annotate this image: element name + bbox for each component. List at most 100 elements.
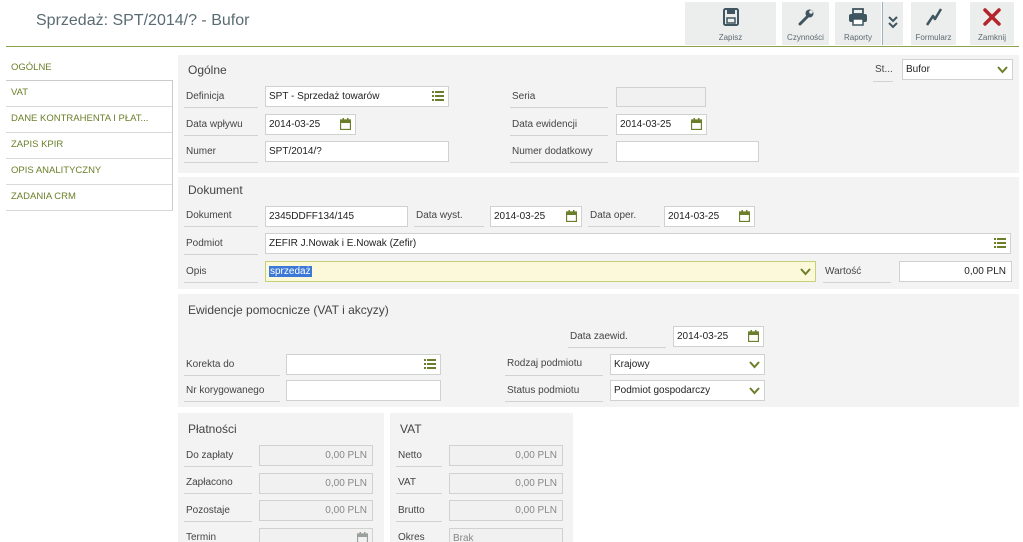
description-label: Opis [186, 266, 207, 277]
remaining-underline [184, 521, 252, 522]
list-icon[interactable] [432, 90, 444, 102]
entity-value: ZEFIR J.Nowak i E.Nowak (Zefir) [269, 238, 417, 249]
save-icon [722, 8, 739, 26]
paid-underline [184, 493, 252, 494]
form-label: Formularz [915, 33, 952, 42]
document-section: Dokument Dokument 2345DDFF134/145 Data w… [178, 177, 1019, 289]
chevron-down-icon [749, 361, 760, 369]
corrected-number-field[interactable] [286, 380, 441, 401]
correction-underline [184, 375, 280, 376]
reports-dropdown-button[interactable] [882, 2, 903, 45]
chevron-down-icon [749, 387, 760, 395]
double-chevron-down-icon [888, 16, 898, 29]
received-date-label: Data wpływu [186, 119, 243, 130]
actions-label: Czynności [787, 33, 824, 42]
record-date-label: Data ewidencji [512, 119, 578, 130]
received-date-field[interactable]: 2014-03-25 [265, 114, 356, 135]
save-label: Zapisz [718, 33, 743, 42]
printer-icon [849, 8, 867, 26]
value-underline [823, 282, 891, 283]
issue-date-field[interactable]: 2014-03-25 [490, 206, 582, 227]
list-icon[interactable] [424, 358, 436, 370]
wrench-icon [798, 9, 813, 26]
extra-number-field[interactable] [616, 141, 759, 162]
entity-field[interactable]: ZEFIR J.Nowak i E.Nowak (Zefir) [265, 233, 1011, 254]
calendar-icon[interactable] [340, 118, 351, 130]
doc-number-field[interactable]: 2345DDFF134/145 [265, 206, 408, 227]
sidebar-item-general[interactable]: OGÓLNE [6, 56, 173, 81]
doc-number-label: Dokument [186, 210, 232, 221]
list-icon[interactable] [994, 237, 1006, 249]
remaining-field: 0,00 PLN [259, 500, 373, 521]
series-field [616, 87, 706, 107]
operation-date-field[interactable]: 2014-03-25 [664, 206, 755, 227]
sales-document-window: Sprzedaż: SPT/2014/? - Bufor Zapisz Czyn… [0, 0, 1023, 542]
status-select[interactable]: Bufor [902, 59, 1013, 80]
description-value: sprzedaż [269, 266, 312, 277]
record-date-field[interactable]: 2014-03-25 [616, 114, 707, 135]
gross-label: Brutto [398, 505, 425, 516]
doc-number-underline [184, 226, 258, 227]
payments-section: Płatności Do zapłaty 0,00 PLN Zapłacono … [178, 413, 384, 542]
save-button[interactable]: Zapisz [685, 2, 776, 45]
calendar-icon[interactable] [566, 210, 577, 222]
close-icon [983, 8, 1001, 26]
record-date-underline [510, 135, 608, 136]
vat-title: VAT [400, 422, 422, 436]
form-button[interactable]: Formularz [911, 2, 956, 45]
term-label: Termin [186, 532, 217, 542]
chevron-down-icon [997, 66, 1008, 74]
entity-status-select[interactable]: Podmiot gospodarczy [610, 380, 765, 401]
sidebar-item-contractor[interactable]: DANE KONTRAHENTA I PŁAT... [6, 107, 173, 133]
vat-amount-underline [396, 493, 442, 494]
reg-date-value: 2014-03-25 [677, 331, 729, 342]
calendar-icon[interactable] [691, 118, 702, 130]
corrected-number-label: Nr korygowanego [186, 385, 265, 396]
entity-status-underline [505, 401, 603, 402]
number-underline [184, 162, 258, 163]
status-value: Bufor [906, 64, 930, 75]
series-label: Seria [512, 91, 536, 102]
sidebar-item-analytics[interactable]: OPIS ANALITYCZNY [6, 159, 173, 185]
entity-label: Podmiot [186, 238, 223, 249]
description-combo[interactable]: sprzedaż [265, 261, 816, 282]
status-underline [873, 81, 893, 82]
calendar-icon [357, 532, 368, 542]
entity-underline [184, 254, 258, 255]
entity-status-label: Status podmiotu [507, 385, 580, 396]
close-button[interactable]: Zamknij [970, 2, 1014, 45]
calendar-icon[interactable] [748, 330, 759, 342]
sidebar-item-crm[interactable]: ZADANIA CRM [6, 185, 173, 211]
value-field[interactable]: 0,00 PLN [899, 261, 1012, 282]
entity-status-value: Podmiot gospodarczy [614, 385, 711, 396]
net-underline [396, 466, 442, 467]
window-title: Sprzedaż: SPT/2014/? - Bufor [36, 12, 250, 29]
extra-number-underline [510, 162, 608, 163]
general-title: Ogólne [188, 63, 227, 77]
remaining-label: Pozostaje [186, 505, 230, 516]
close-label: Zamknij [977, 33, 1006, 42]
aux-register-title: Ewidencje pomocnicze (VAT i akcyzy) [188, 303, 389, 317]
sidebar-item-kpir[interactable]: ZAPIS KPIR [6, 133, 173, 159]
correction-field[interactable] [286, 354, 441, 375]
reg-date-field[interactable]: 2014-03-25 [673, 326, 764, 347]
general-section: Ogólne St... Bufor Definicja SPT - Sprze… [178, 55, 1019, 173]
actions-button[interactable]: Czynności [782, 2, 829, 45]
correction-label: Korekta do [186, 359, 235, 370]
reports-button[interactable]: Raporty [835, 2, 881, 45]
reports-label: Raporty [843, 33, 872, 42]
to-pay-field: 0,00 PLN [259, 445, 373, 466]
gross-underline [396, 521, 442, 522]
entity-type-label: Rodzaj podmiotu [507, 358, 583, 369]
definition-field[interactable]: SPT - Sprzedaż towarów [265, 86, 449, 107]
sidebar-item-vat[interactable]: VAT [6, 81, 173, 107]
number-field[interactable]: SPT/2014/? [265, 141, 449, 162]
document-title: Dokument [188, 183, 243, 197]
calendar-icon[interactable] [739, 210, 750, 222]
chevron-down-icon[interactable] [800, 268, 811, 276]
series-underline [510, 107, 608, 108]
vat-amount-label: VAT [398, 477, 416, 488]
entity-type-value: Krajowy [614, 359, 650, 370]
period-field: Brak [449, 528, 563, 542]
entity-type-select[interactable]: Krajowy [610, 354, 765, 375]
